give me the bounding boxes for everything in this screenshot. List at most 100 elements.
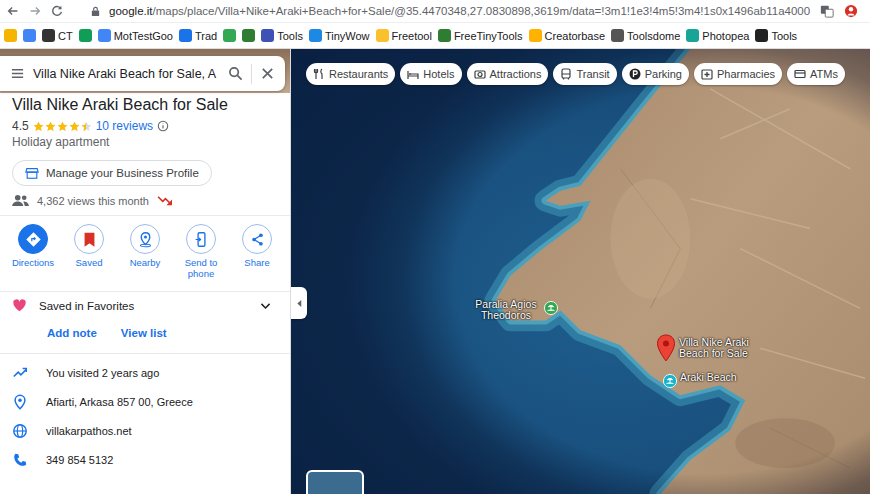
- category-chip[interactable]: Pharmacies: [694, 63, 782, 85]
- parking-icon: [629, 68, 641, 80]
- browser-toolbar: google.it/maps/place/Villa+Nike+Araki+Be…: [0, 0, 870, 23]
- favicon-icon: [309, 29, 322, 42]
- category-chip[interactable]: ATMs: [787, 63, 845, 85]
- place-photo: Villa Nike Araki Beach for Sale, A: [0, 49, 290, 93]
- action-label: Share: [244, 257, 269, 268]
- chip-label: Restaurants: [329, 68, 388, 80]
- category-chips: Restaurants Hotels Attractions Transit P…: [306, 63, 845, 85]
- favicon-icon: [23, 29, 36, 42]
- bookmark[interactable]: Freetool: [376, 29, 432, 42]
- browser-window: google.it/maps/place/Villa+Nike+Araki+Be…: [0, 0, 870, 494]
- bookmark[interactable]: [4, 29, 17, 42]
- add-note-link[interactable]: Add note: [47, 327, 97, 339]
- menu-icon[interactable]: [10, 66, 25, 81]
- share-icon: [249, 231, 266, 248]
- fork-knife-icon: [313, 68, 325, 80]
- search-icon[interactable]: [228, 66, 243, 81]
- layers-thumbnail[interactable]: [306, 470, 364, 494]
- map-view[interactable]: Restaurants Hotels Attractions Transit P…: [291, 49, 870, 494]
- bookmark[interactable]: Creatorbase: [529, 29, 606, 42]
- collapse-panel-button[interactable]: [291, 287, 307, 319]
- info-icon[interactable]: [157, 120, 169, 132]
- location-pin-icon: [12, 394, 28, 410]
- action-button[interactable]: Nearby: [120, 224, 170, 279]
- bookmark[interactable]: [23, 29, 36, 42]
- saved-list-name: Saved in Favorites: [39, 300, 247, 312]
- back-arrow-icon[interactable]: [6, 4, 20, 18]
- favicon-icon: [4, 29, 17, 42]
- action-label: Nearby: [130, 257, 161, 268]
- favicon-icon: [686, 29, 699, 42]
- search-divider: [251, 64, 252, 84]
- map-place[interactable]: Villa Nike Araki Beach for Sale: [656, 334, 751, 362]
- action-button[interactable]: Send to phone: [176, 224, 226, 279]
- profile-icon[interactable]: [844, 4, 858, 18]
- reload-icon[interactable]: [50, 4, 64, 18]
- bookmark-label: Creatorbase: [545, 30, 606, 42]
- lock-icon: [90, 6, 101, 17]
- category-chip[interactable]: Parking: [622, 63, 689, 85]
- bookmark[interactable]: Tools: [261, 29, 303, 42]
- category-chip[interactable]: Attractions: [467, 63, 549, 85]
- chip-label: ATMs: [810, 68, 838, 80]
- saved-list-row[interactable]: Saved in Favorites: [0, 292, 290, 313]
- bookmark[interactable]: [223, 29, 236, 42]
- address-bar[interactable]: google.it/maps/place/Villa+Nike+Araki+Be…: [109, 5, 812, 17]
- search-box[interactable]: Villa Nike Araki Beach for Sale, A: [0, 56, 285, 91]
- star-icon: [57, 121, 68, 132]
- directions-icon: [25, 231, 42, 248]
- bookmark[interactable]: [79, 29, 92, 42]
- info-row[interactable]: 349 854 5132: [0, 445, 290, 474]
- favicon-icon: [42, 29, 55, 42]
- bookmark[interactable]: Tools: [755, 29, 797, 42]
- bookmark[interactable]: Toolsdome: [611, 29, 680, 42]
- note-row: Add note View list: [0, 313, 290, 345]
- place-header: Villa Nike Araki Beach for Sale 4.5 10 r…: [0, 93, 290, 207]
- category-chip[interactable]: Hotels: [400, 63, 461, 85]
- forward-arrow-icon[interactable]: [28, 4, 42, 18]
- reviews-link[interactable]: 10 reviews: [96, 119, 153, 133]
- action-label: Send to phone: [176, 257, 226, 279]
- bed-icon: [407, 68, 419, 80]
- action-circle: [18, 224, 48, 254]
- action-button[interactable]: Saved: [64, 224, 114, 279]
- bookmark[interactable]: [242, 29, 255, 42]
- bookmark[interactable]: MotTestGoo: [98, 29, 173, 42]
- bookmark[interactable]: Photopea: [686, 29, 749, 42]
- bookmark[interactable]: FreeTinyTools: [438, 29, 523, 42]
- star-icon: [81, 121, 92, 132]
- search-input[interactable]: Villa Nike Araki Beach for Sale, A: [33, 67, 220, 81]
- bookmark[interactable]: TinyWow: [309, 29, 370, 42]
- view-list-link[interactable]: View list: [121, 327, 167, 339]
- action-circle: [242, 224, 272, 254]
- action-button[interactable]: Directions: [8, 224, 58, 279]
- heart-icon: [12, 298, 27, 313]
- category-chip[interactable]: Restaurants: [306, 63, 395, 85]
- globe-icon: [12, 423, 28, 439]
- satellite-map: [291, 49, 870, 494]
- favicon-icon: [529, 29, 542, 42]
- chevron-down-icon[interactable]: [259, 299, 272, 312]
- bookmark[interactable]: Trad: [179, 29, 217, 42]
- manage-profile-button[interactable]: Manage your Business Profile: [12, 160, 212, 186]
- favicon-icon: [179, 29, 192, 42]
- favicon-icon: [98, 29, 111, 42]
- info-row[interactable]: villakarpathos.net: [0, 416, 290, 445]
- close-icon[interactable]: [260, 66, 275, 81]
- info-row[interactable]: Afiarti, Arkasa 857 00, Greece: [0, 387, 290, 416]
- rating-value: 4.5: [12, 119, 29, 133]
- bookmark-label: MotTestGoo: [114, 30, 173, 42]
- phone-icon: [12, 452, 28, 468]
- divider: [0, 291, 290, 292]
- bookmark-label: Tools: [277, 30, 303, 42]
- place-label: Paralia Agios Theodoros: [471, 299, 541, 321]
- bus-icon: [560, 68, 572, 80]
- map-place[interactable]: Paralia Agios Theodoros: [471, 299, 558, 321]
- bookmark[interactable]: CT: [42, 29, 73, 42]
- info-row[interactable]: You visited 2 years ago: [0, 358, 290, 387]
- action-button[interactable]: Share: [232, 224, 282, 279]
- map-place[interactable]: Araki Beach: [663, 372, 737, 388]
- category-chip[interactable]: Transit: [553, 63, 616, 85]
- translate-icon[interactable]: [820, 4, 834, 18]
- atm-icon: [794, 68, 806, 80]
